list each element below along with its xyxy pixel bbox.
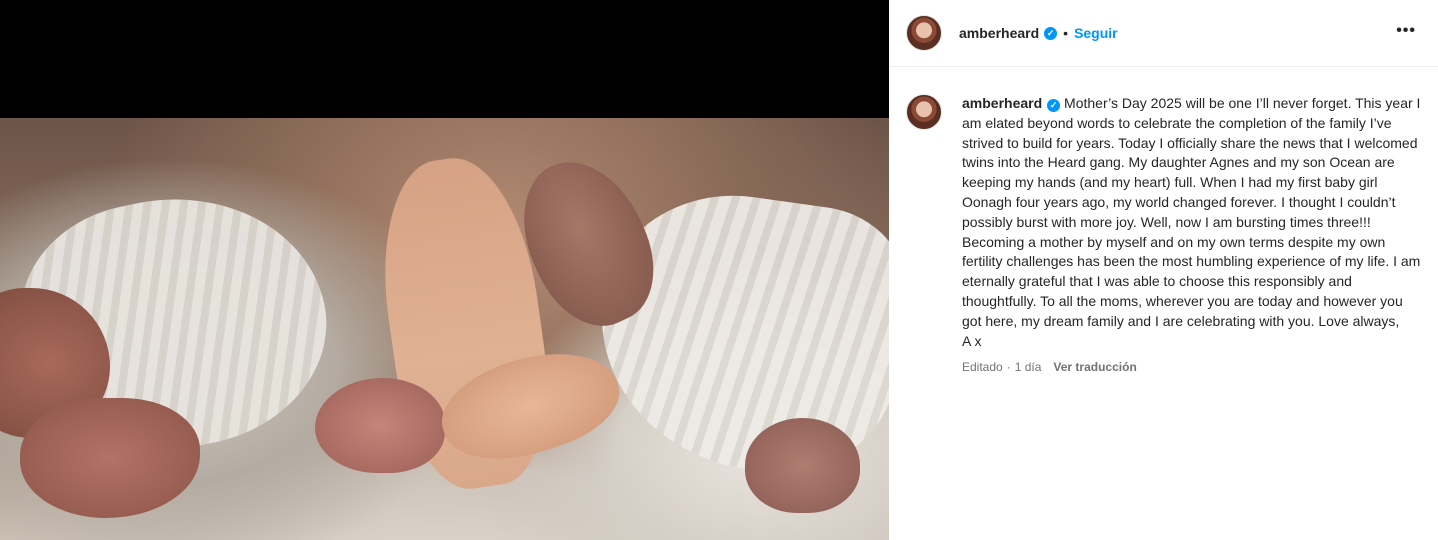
caption-text: amberheard ✓ Mother’s Day 2025 will be on… <box>962 94 1421 351</box>
more-horizontal-icon[interactable]: ••• <box>1396 22 1416 40</box>
post-sidebar: amberheard ✓ • Seguir ••• amberheard ✓ Mo… <box>889 0 1438 540</box>
meta-separator: · <box>1006 360 1011 375</box>
header-separator: • <box>1063 25 1069 41</box>
caption-body: amberheard ✓ Mother’s Day 2025 will be on… <box>962 94 1421 374</box>
edited-label: Editado <box>962 360 1003 375</box>
post-header: amberheard ✓ • Seguir ••• <box>889 0 1438 67</box>
follow-button[interactable]: Seguir <box>1074 25 1118 41</box>
caption-username[interactable]: amberheard <box>962 95 1042 111</box>
caption-avatar[interactable] <box>906 94 942 130</box>
caption: amberheard ✓ Mother’s Day 2025 will be on… <box>889 67 1438 374</box>
caption-meta: Editado · 1 día Ver traducción <box>962 360 1421 374</box>
verified-badge-icon: ✓ <box>1047 99 1061 112</box>
post-photo <box>0 118 889 540</box>
photo-foot <box>315 378 445 473</box>
verified-badge-icon: ✓ <box>1044 26 1058 40</box>
see-translation-button[interactable]: Ver traducción <box>1053 360 1136 374</box>
avatar[interactable] <box>906 15 942 51</box>
caption-body-text: Mother’s Day 2025 will be one I’ll never… <box>962 95 1421 349</box>
photo-foot <box>745 418 860 513</box>
post-media[interactable] <box>0 0 889 540</box>
photo-foot <box>20 398 200 518</box>
header-username[interactable]: amberheard <box>959 25 1039 41</box>
timestamp[interactable]: 1 día <box>1015 360 1042 374</box>
